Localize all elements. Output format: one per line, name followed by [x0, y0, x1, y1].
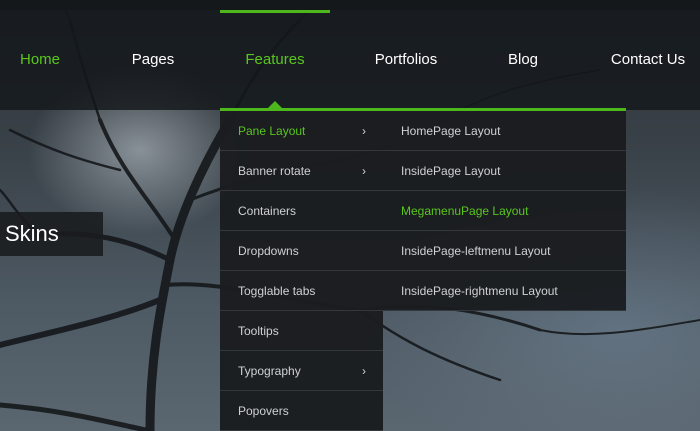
submenu-item-insidepage-rightmenu-layout[interactable]: InsidePage-rightmenu Layout: [383, 271, 626, 311]
menu-item-label: Pane Layout: [238, 124, 306, 138]
nav-item-label: Pages: [131, 51, 175, 68]
submenu-item-megamenupage-layout[interactable]: MegamenuPage Layout: [383, 191, 626, 231]
chevron-right-icon: ›: [362, 164, 366, 178]
menu-item-label: Banner rotate: [238, 164, 311, 178]
submenu-item-label: InsidePage-rightmenu Layout: [401, 284, 558, 298]
menu-item-pane-layout[interactable]: Pane Layout ›: [220, 111, 383, 151]
menu-item-typography[interactable]: Typography ›: [220, 351, 383, 391]
menu-item-label: Togglable tabs: [238, 284, 316, 298]
menu-item-tooltips[interactable]: Tooltips: [220, 311, 383, 351]
menu-item-popovers[interactable]: Popovers: [220, 391, 383, 431]
menu-item-togglable-tabs[interactable]: Togglable tabs: [220, 271, 383, 311]
menu-item-label: Typography: [238, 364, 301, 378]
dropdown-caret-icon: [268, 101, 282, 108]
menu-item-label: Containers: [238, 204, 297, 218]
submenu-item-insidepage-layout[interactable]: InsidePage Layout: [383, 151, 626, 191]
nav-item-label: Features: [245, 51, 305, 68]
nav-item-blog[interactable]: Blog: [488, 10, 558, 110]
features-dropdown: Pane Layout › Banner rotate › Containers…: [220, 111, 383, 431]
chevron-right-icon: ›: [362, 124, 366, 138]
main-navbar: [0, 10, 700, 110]
submenu-item-label: InsidePage-leftmenu Layout: [401, 244, 551, 258]
nav-item-features[interactable]: Features: [220, 10, 330, 110]
nav-item-label: Home: [19, 51, 60, 68]
nav-item-contact-us[interactable]: Contact Us: [598, 10, 698, 110]
nav-item-label: Contact Us: [610, 51, 686, 68]
submenu-item-label: InsidePage Layout: [401, 164, 501, 178]
chevron-right-icon: ›: [362, 364, 366, 378]
dropdown-top-border: [220, 108, 626, 111]
nav-item-pages[interactable]: Pages: [108, 10, 198, 110]
submenu-item-label: MegamenuPage Layout: [401, 204, 529, 218]
submenu-item-label: HomePage Layout: [401, 124, 501, 138]
menu-item-label: Tooltips: [238, 324, 279, 338]
menu-item-label: Popovers: [238, 404, 289, 418]
menu-item-label: Dropdowns: [238, 244, 299, 258]
nav-item-home[interactable]: Home: [0, 10, 80, 110]
top-strip: [0, 0, 700, 10]
nav-item-label: Portfolios: [374, 51, 438, 68]
banner-caption-text: l Skins: [0, 221, 59, 246]
banner-caption: l Skins: [0, 212, 103, 256]
nav-item-label: Blog: [507, 51, 539, 68]
submenu-item-insidepage-leftmenu-layout[interactable]: InsidePage-leftmenu Layout: [383, 231, 626, 271]
nav-active-indicator: [220, 10, 330, 13]
menu-item-dropdowns[interactable]: Dropdowns: [220, 231, 383, 271]
pane-layout-submenu: HomePage Layout InsidePage Layout Megame…: [383, 111, 626, 311]
submenu-item-homepage-layout[interactable]: HomePage Layout: [383, 111, 626, 151]
menu-item-banner-rotate[interactable]: Banner rotate ›: [220, 151, 383, 191]
page: Home Pages Features Portfolios Blog Cont…: [0, 0, 700, 431]
menu-item-containers[interactable]: Containers: [220, 191, 383, 231]
nav-item-portfolios[interactable]: Portfolios: [356, 10, 456, 110]
